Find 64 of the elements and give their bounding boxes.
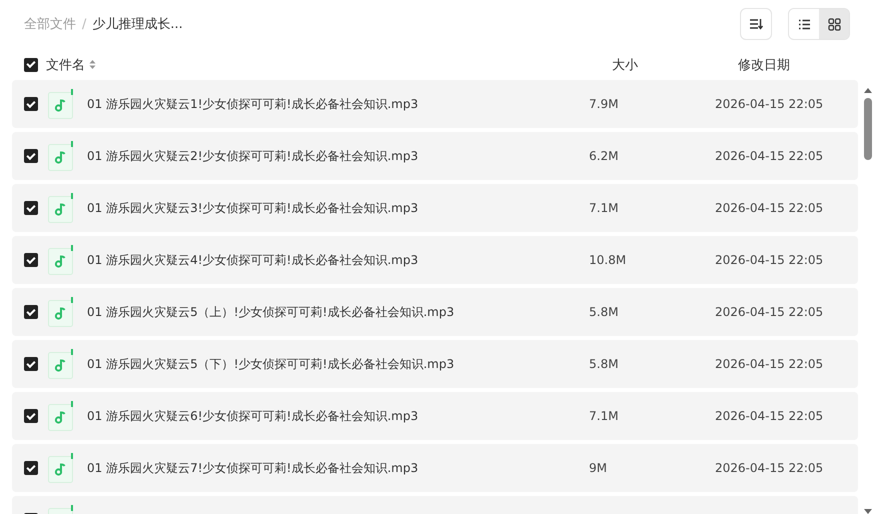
file-size: 5.8M xyxy=(589,357,618,371)
file-row[interactable]: 01 游乐园火灾疑云6!少女侦探可可莉!成长必备社会知识.mp3 7.1M 2026-04-15 22:05 xyxy=(12,392,858,440)
music-file-icon xyxy=(48,297,74,327)
file-name: 01 游乐园火灾疑云6!少女侦探可可莉!成长必备社会知识.mp3 xyxy=(87,408,418,424)
modified-date: 2026-04-15 22:05 xyxy=(715,305,824,319)
file-row[interactable]: 01 游乐园火灾疑云5（下）!少女侦探可可莉!成长必备社会知识.mp3 5.8M 2026-04-15 22:05 xyxy=(12,340,858,388)
file-size: 9M xyxy=(589,461,607,475)
file-size: 7.9M xyxy=(589,97,618,111)
checkbox[interactable] xyxy=(24,357,38,371)
file-name: 01 游乐园火灾疑云5（上）!少女侦探可可莉!成长必备社会知识.mp3 xyxy=(87,304,454,320)
grid-icon xyxy=(828,18,840,30)
music-file-icon xyxy=(48,401,74,431)
checkbox[interactable] xyxy=(24,201,38,215)
select-all-checkbox[interactable] xyxy=(24,58,38,72)
checkbox[interactable] xyxy=(24,461,38,475)
file-size: 6.2M xyxy=(589,149,618,163)
music-file-icon xyxy=(48,453,74,483)
breadcrumb-link[interactable]: 少儿推理成长... xyxy=(92,15,183,33)
scrollbar-thumb[interactable] xyxy=(864,98,872,160)
checkbox[interactable] xyxy=(24,253,38,267)
scroll-down-icon[interactable] xyxy=(863,508,873,514)
sort-button[interactable] xyxy=(740,8,772,40)
modified-date: 2026-04-15 22:05 xyxy=(715,253,824,267)
modified-date: 2026-04-15 22:05 xyxy=(715,461,824,475)
checkbox[interactable] xyxy=(24,149,38,163)
music-file-icon xyxy=(48,349,74,379)
file-row[interactable]: 01 游乐园火灾疑云1!少女侦探可可莉!成长必备社会知识.mp3 7.9M 2026-04-15 22:05 xyxy=(12,80,858,128)
file-row[interactable]: 01 游乐园火灾疑云2!少女侦探可可莉!成长必备社会知识.mp3 6.2M 2026-04-15 22:05 xyxy=(12,132,858,180)
music-file-icon xyxy=(48,89,74,119)
file-row[interactable]: 01 游乐园火灾疑云5（上）!少女侦探可可莉!成长必备社会知识.mp3 5.8M 2026-04-15 22:05 xyxy=(12,288,858,336)
file-row[interactable]: 01 游乐园火灾疑云3!少女侦探可可莉!成长必备社会知识.mp3 7.1M 2026-04-15 22:05 xyxy=(12,184,858,232)
file-name: 01 游乐园火灾疑云3!少女侦探可可莉!成长必备社会知识.mp3 xyxy=(87,200,418,216)
column-header: 大小 xyxy=(612,58,638,72)
column-header: 修改日期 xyxy=(738,58,790,72)
music-file-icon xyxy=(48,245,74,275)
checkbox[interactable] xyxy=(24,97,38,111)
file-name: 01 游乐园火灾疑云1!少女侦探可可莉!成长必备社会知识.mp3 xyxy=(87,96,418,112)
list-view-button[interactable] xyxy=(789,9,819,39)
file-name: 01 游乐园火灾疑云7!少女侦探可可莉!成长必备社会知识.mp3 xyxy=(87,460,418,476)
music-file-icon xyxy=(48,193,74,223)
column-header[interactable]: 文件名 xyxy=(46,56,85,74)
file-name: 01 游乐园火灾疑云4!少女侦探可可莉!成长必备社会知识.mp3 xyxy=(87,252,418,268)
file-row[interactable]: 01 游乐园火灾疑云7!少女侦探可可莉!成长必备社会知识.mp3 9M 2026-04-15 22:05 xyxy=(12,444,858,492)
sort-arrows-icon[interactable] xyxy=(89,59,96,70)
sort-icon xyxy=(749,18,763,30)
file-size: 7.1M xyxy=(589,409,618,423)
checkbox[interactable] xyxy=(24,409,38,423)
breadcrumb-separator: / xyxy=(82,16,86,32)
file-size: 7.1M xyxy=(589,201,618,215)
modified-date: 2026-04-15 22:05 xyxy=(715,201,824,215)
file-name: 01 游乐园火灾疑云2!少女侦探可可莉!成长必备社会知识.mp3 xyxy=(87,148,418,164)
modified-date: 2026-04-15 22:05 xyxy=(715,97,824,111)
modified-date: 2026-04-15 22:05 xyxy=(715,357,824,371)
modified-date: 2026-04-15 22:05 xyxy=(715,149,824,163)
music-file-icon xyxy=(48,141,74,171)
checkbox[interactable] xyxy=(24,305,38,319)
modified-date: 2026-04-15 22:05 xyxy=(715,409,824,423)
file-size: 10.8M xyxy=(589,253,626,267)
file-name: 01 游乐园火灾疑云5（下）!少女侦探可可莉!成长必备社会知识.mp3 xyxy=(87,356,454,372)
file-size: 5.8M xyxy=(589,305,618,319)
grid-view-button[interactable] xyxy=(819,9,849,39)
list-icon xyxy=(798,18,810,30)
file-row[interactable]: 01 游乐园火灾疑云4!少女侦探可可莉!成长必备社会知识.mp3 10.8M 2026-04-15 22:05 xyxy=(12,236,858,284)
scroll-up-icon[interactable] xyxy=(863,86,873,94)
